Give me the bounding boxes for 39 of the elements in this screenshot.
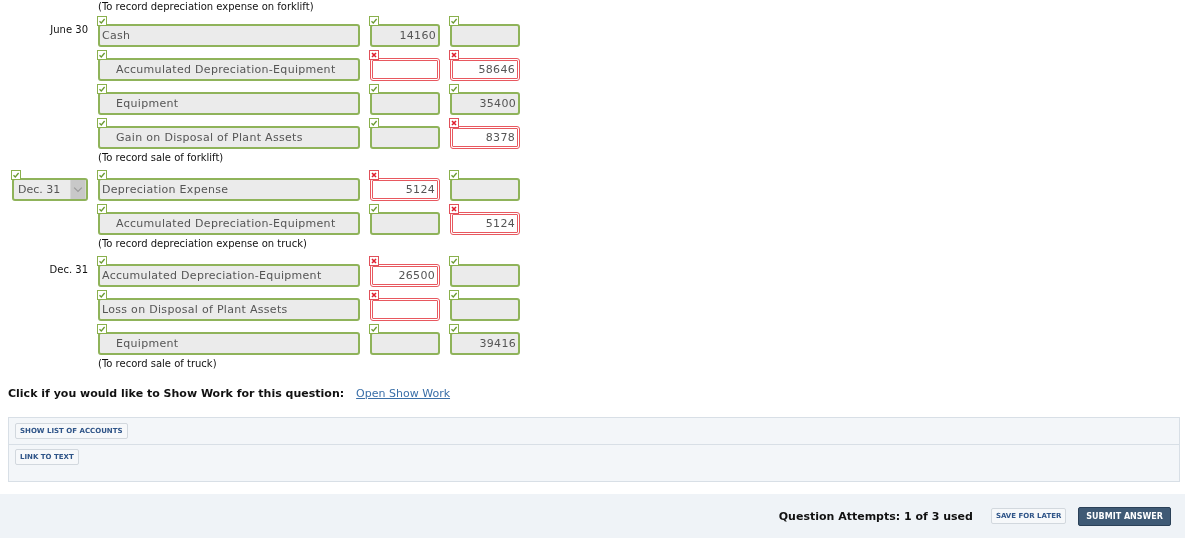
entry-date: June 30 — [50, 23, 88, 35]
entry-note: (To record depreciation expense on truck) — [98, 237, 308, 251]
show-work-prompt: Click if you would like to Show Work for this question: — [8, 386, 345, 400]
submit-answer-button[interactable]: SUBMIT ANSWER — [1078, 506, 1171, 526]
account-field[interactable]: Loss on Disposal of Plant Assets — [98, 298, 360, 321]
credit-field[interactable]: 58646 — [450, 58, 520, 81]
credit-field[interactable] — [450, 264, 520, 287]
caret-icon — [70, 180, 86, 199]
debit-field[interactable] — [370, 126, 440, 149]
date-select[interactable]: Dec. 31 — [12, 178, 88, 201]
debit-field[interactable] — [370, 332, 440, 355]
debit-field[interactable] — [370, 92, 440, 115]
account-field[interactable]: Accumulated Depreciation-Equipment — [98, 212, 360, 235]
account-field[interactable]: Accumulated Depreciation-Equipment — [98, 58, 360, 81]
debit-field[interactable] — [370, 212, 440, 235]
account-field[interactable]: Equipment — [98, 332, 360, 355]
debit-field[interactable] — [370, 58, 440, 81]
debit-field[interactable]: 14160 — [370, 24, 440, 47]
account-field[interactable]: Depreciation Expense — [98, 178, 360, 201]
account-field[interactable]: Gain on Disposal of Plant Assets — [98, 126, 360, 149]
credit-field[interactable] — [450, 298, 520, 321]
entry-note: (To record sale of truck) — [98, 357, 218, 371]
credit-field[interactable]: 5124 — [450, 212, 520, 235]
credit-field[interactable] — [450, 24, 520, 47]
account-field[interactable]: Accumulated Depreciation-Equipment — [98, 264, 360, 287]
credit-field[interactable]: 35400 — [450, 92, 520, 115]
credit-field[interactable]: 8378 — [450, 126, 520, 149]
credit-field[interactable] — [450, 178, 520, 201]
debit-field[interactable]: 5124 — [370, 178, 440, 201]
debit-field[interactable] — [370, 298, 440, 321]
entry-date: Dec. 31 — [49, 263, 88, 275]
attempts-text: Question Attempts: 1 of 3 used — [778, 509, 973, 523]
account-field[interactable]: Equipment — [98, 92, 360, 115]
entry-note: (To record depreciation expense on forklift) — [98, 1, 315, 14]
debit-field[interactable]: 26500 — [370, 264, 440, 287]
credit-field[interactable]: 39416 — [450, 332, 520, 355]
entry-note: (To record sale of forklift) — [98, 151, 225, 165]
account-field[interactable]: Cash — [98, 24, 360, 47]
open-show-work-link[interactable]: Open Show Work — [356, 386, 451, 400]
